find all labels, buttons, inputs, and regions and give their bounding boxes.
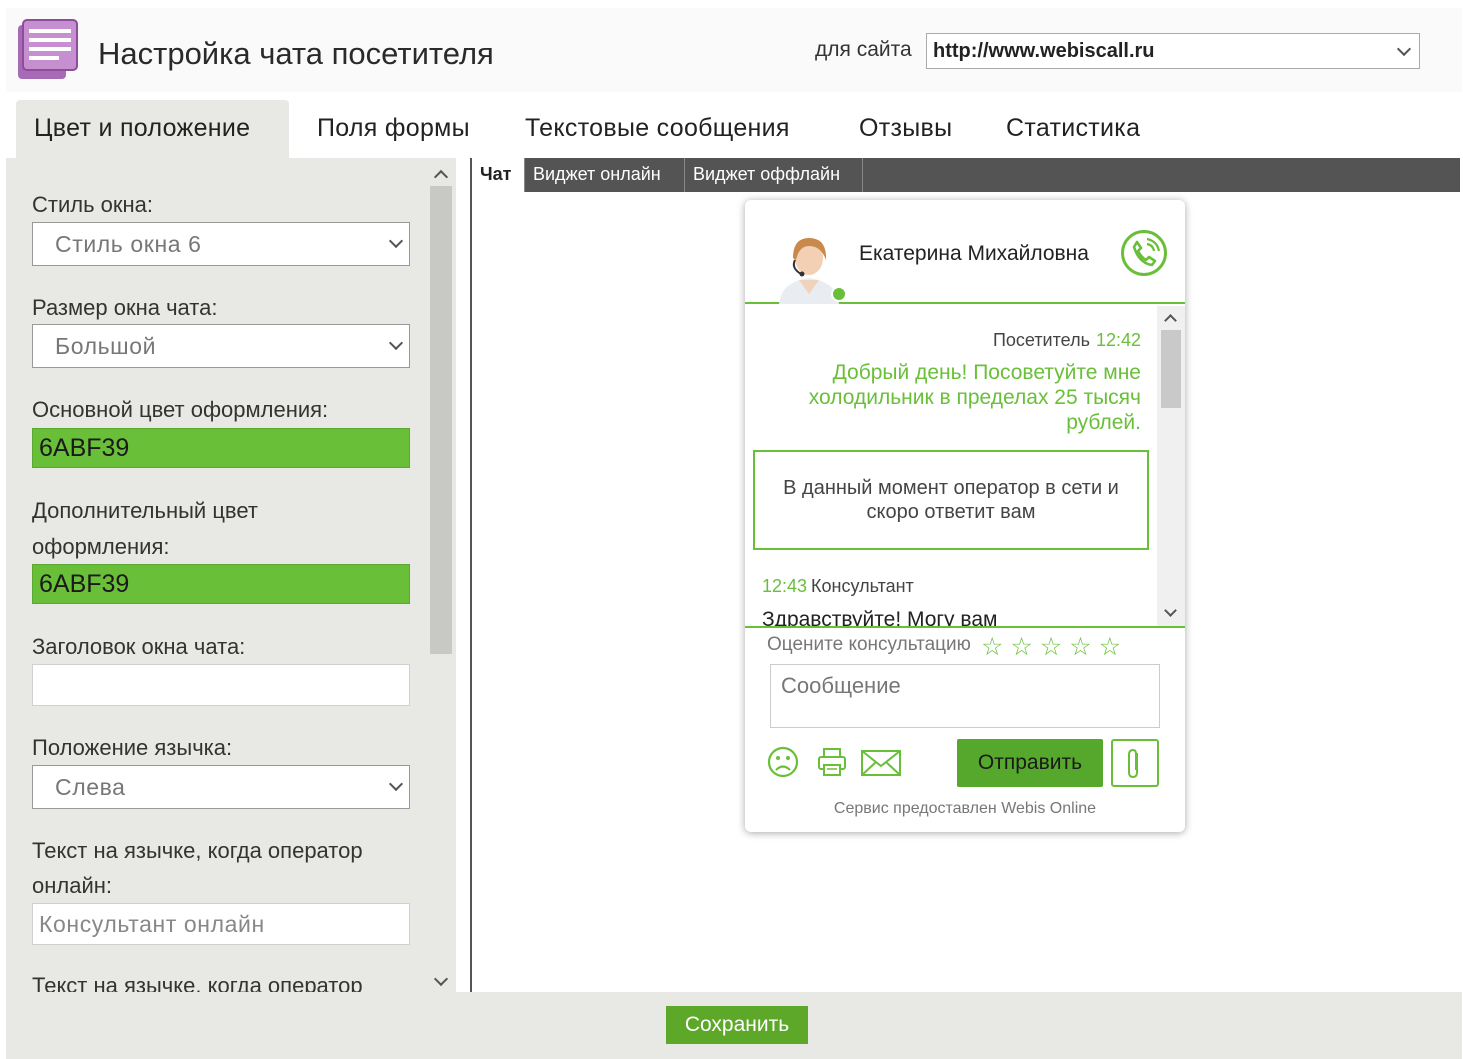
online-text-label: Текст на язычке, когда оператор (32, 838, 363, 863)
chevron-down-icon (1396, 41, 1412, 57)
visitor-meta: Посетитель 12:42 (993, 330, 1141, 351)
widget-header: Екатерина Михайловна (745, 200, 1185, 304)
preview-tab-widget-offline[interactable]: Виджет оффлайн (685, 158, 863, 192)
chevron-up-icon[interactable] (433, 169, 449, 185)
preview-tab-chat[interactable]: Чат (472, 158, 525, 192)
sad-face-icon[interactable] (766, 745, 800, 779)
chat-title-input[interactable] (32, 664, 410, 706)
phone-call-icon[interactable] (1121, 230, 1167, 276)
print-icon[interactable] (815, 745, 849, 779)
size-label: Размер окна чата: (32, 295, 218, 320)
visitor-message: Добрый день! Посоветуйте мне холодильник… (808, 361, 1141, 434)
extra-color-input[interactable]: 6ABF39 (32, 564, 410, 604)
chat-title-label: Заголовок окна чата: (32, 634, 246, 659)
online-text-label-2: онлайн: (32, 873, 113, 898)
attach-button[interactable] (1111, 739, 1159, 787)
site-select[interactable]: http://www.webiscall.ru (926, 33, 1420, 69)
settings-panel: Стиль окна: Стиль окна 6 Размер окна чат… (6, 158, 426, 998)
send-button[interactable]: Отправить (957, 739, 1103, 787)
tab-color-position[interactable]: Цвет и положение (16, 100, 289, 158)
chevron-down-icon (388, 233, 404, 249)
chevron-down-icon (388, 335, 404, 351)
main-color-label: Основной цвет оформления: (32, 397, 329, 422)
preview-tabs: Чат Виджет онлайн Виджет оффлайн (472, 158, 1460, 192)
extra-color-label-2: оформления: (32, 534, 170, 559)
site-label: для сайта (815, 38, 912, 61)
chevron-down-icon[interactable] (1164, 604, 1177, 617)
consultant-time: 12:43 (762, 576, 808, 596)
chat-scrollbar[interactable] (1157, 306, 1185, 626)
settings-scrollbar[interactable] (426, 158, 456, 998)
operator-online-notice: В данный момент оператор в сети и скоро … (753, 450, 1149, 550)
consultant-meta: 12:43 Консультант (762, 576, 914, 597)
chevron-up-icon[interactable] (1164, 314, 1177, 327)
tab-text-messages[interactable]: Текстовые сообщения (525, 100, 790, 158)
extra-color-label: Дополнительный цвет (32, 498, 258, 523)
tab-reviews[interactable]: Отзывы (859, 100, 952, 158)
chat-widget: Екатерина Михайловна Посетитель 12:42 Доб… (745, 200, 1185, 832)
powered-by-text: Сервис предоставлен Webis Online (833, 800, 1097, 817)
chevron-down-icon (388, 776, 404, 792)
site-select-value: http://www.webiscall.ru (933, 40, 1155, 62)
consultant-message: Здравствуйте! Могу вам (762, 608, 998, 628)
scrollbar-thumb[interactable] (430, 186, 452, 654)
tab-position-label: Положение язычка: (32, 735, 233, 760)
tab-position-value: Слева (55, 774, 126, 800)
tab-statistics[interactable]: Статистика (1006, 100, 1140, 158)
visitor-time: 12:42 (1095, 330, 1141, 350)
rate-label: Оцените консультацию (767, 634, 971, 655)
rating-stars-icon[interactable]: ☆☆☆☆☆ (981, 632, 1128, 662)
size-select[interactable]: Большой (32, 324, 410, 368)
consultant-label: Консультант (811, 576, 914, 596)
window-style-value: Стиль окна 6 (55, 231, 202, 257)
size-value: Большой (55, 333, 157, 359)
preview-tab-widget-online[interactable]: Виджет онлайн (525, 158, 685, 192)
online-text-input[interactable]: Консультант онлайн (32, 903, 410, 945)
operator-name: Екатерина Михайловна (859, 242, 1089, 265)
email-icon[interactable] (859, 745, 903, 779)
save-button[interactable]: Сохранить (666, 1006, 808, 1044)
window-style-select[interactable]: Стиль окна 6 (32, 222, 410, 266)
message-input[interactable]: Сообщение (770, 664, 1160, 728)
main-color-input[interactable]: 6ABF39 (32, 428, 410, 468)
window-style-label: Стиль окна: (32, 192, 154, 217)
online-status-icon (831, 286, 847, 302)
tab-position-select[interactable]: Слева (32, 765, 410, 809)
paperclip-icon (1128, 748, 1138, 779)
visitor-label: Посетитель (992, 330, 1090, 350)
settings-tabs: Цвет и положение Поля формы Текстовые со… (0, 100, 1463, 158)
chat-settings-logo-icon (18, 19, 78, 79)
chat-messages: Посетитель 12:42 Добрый день! Посоветуйте… (745, 306, 1185, 628)
chevron-down-icon[interactable] (433, 971, 449, 987)
tab-form-fields[interactable]: Поля формы (317, 100, 470, 158)
page-title: Настройка чата посетителя (98, 36, 494, 71)
chat-scrollbar-thumb[interactable] (1161, 330, 1181, 408)
